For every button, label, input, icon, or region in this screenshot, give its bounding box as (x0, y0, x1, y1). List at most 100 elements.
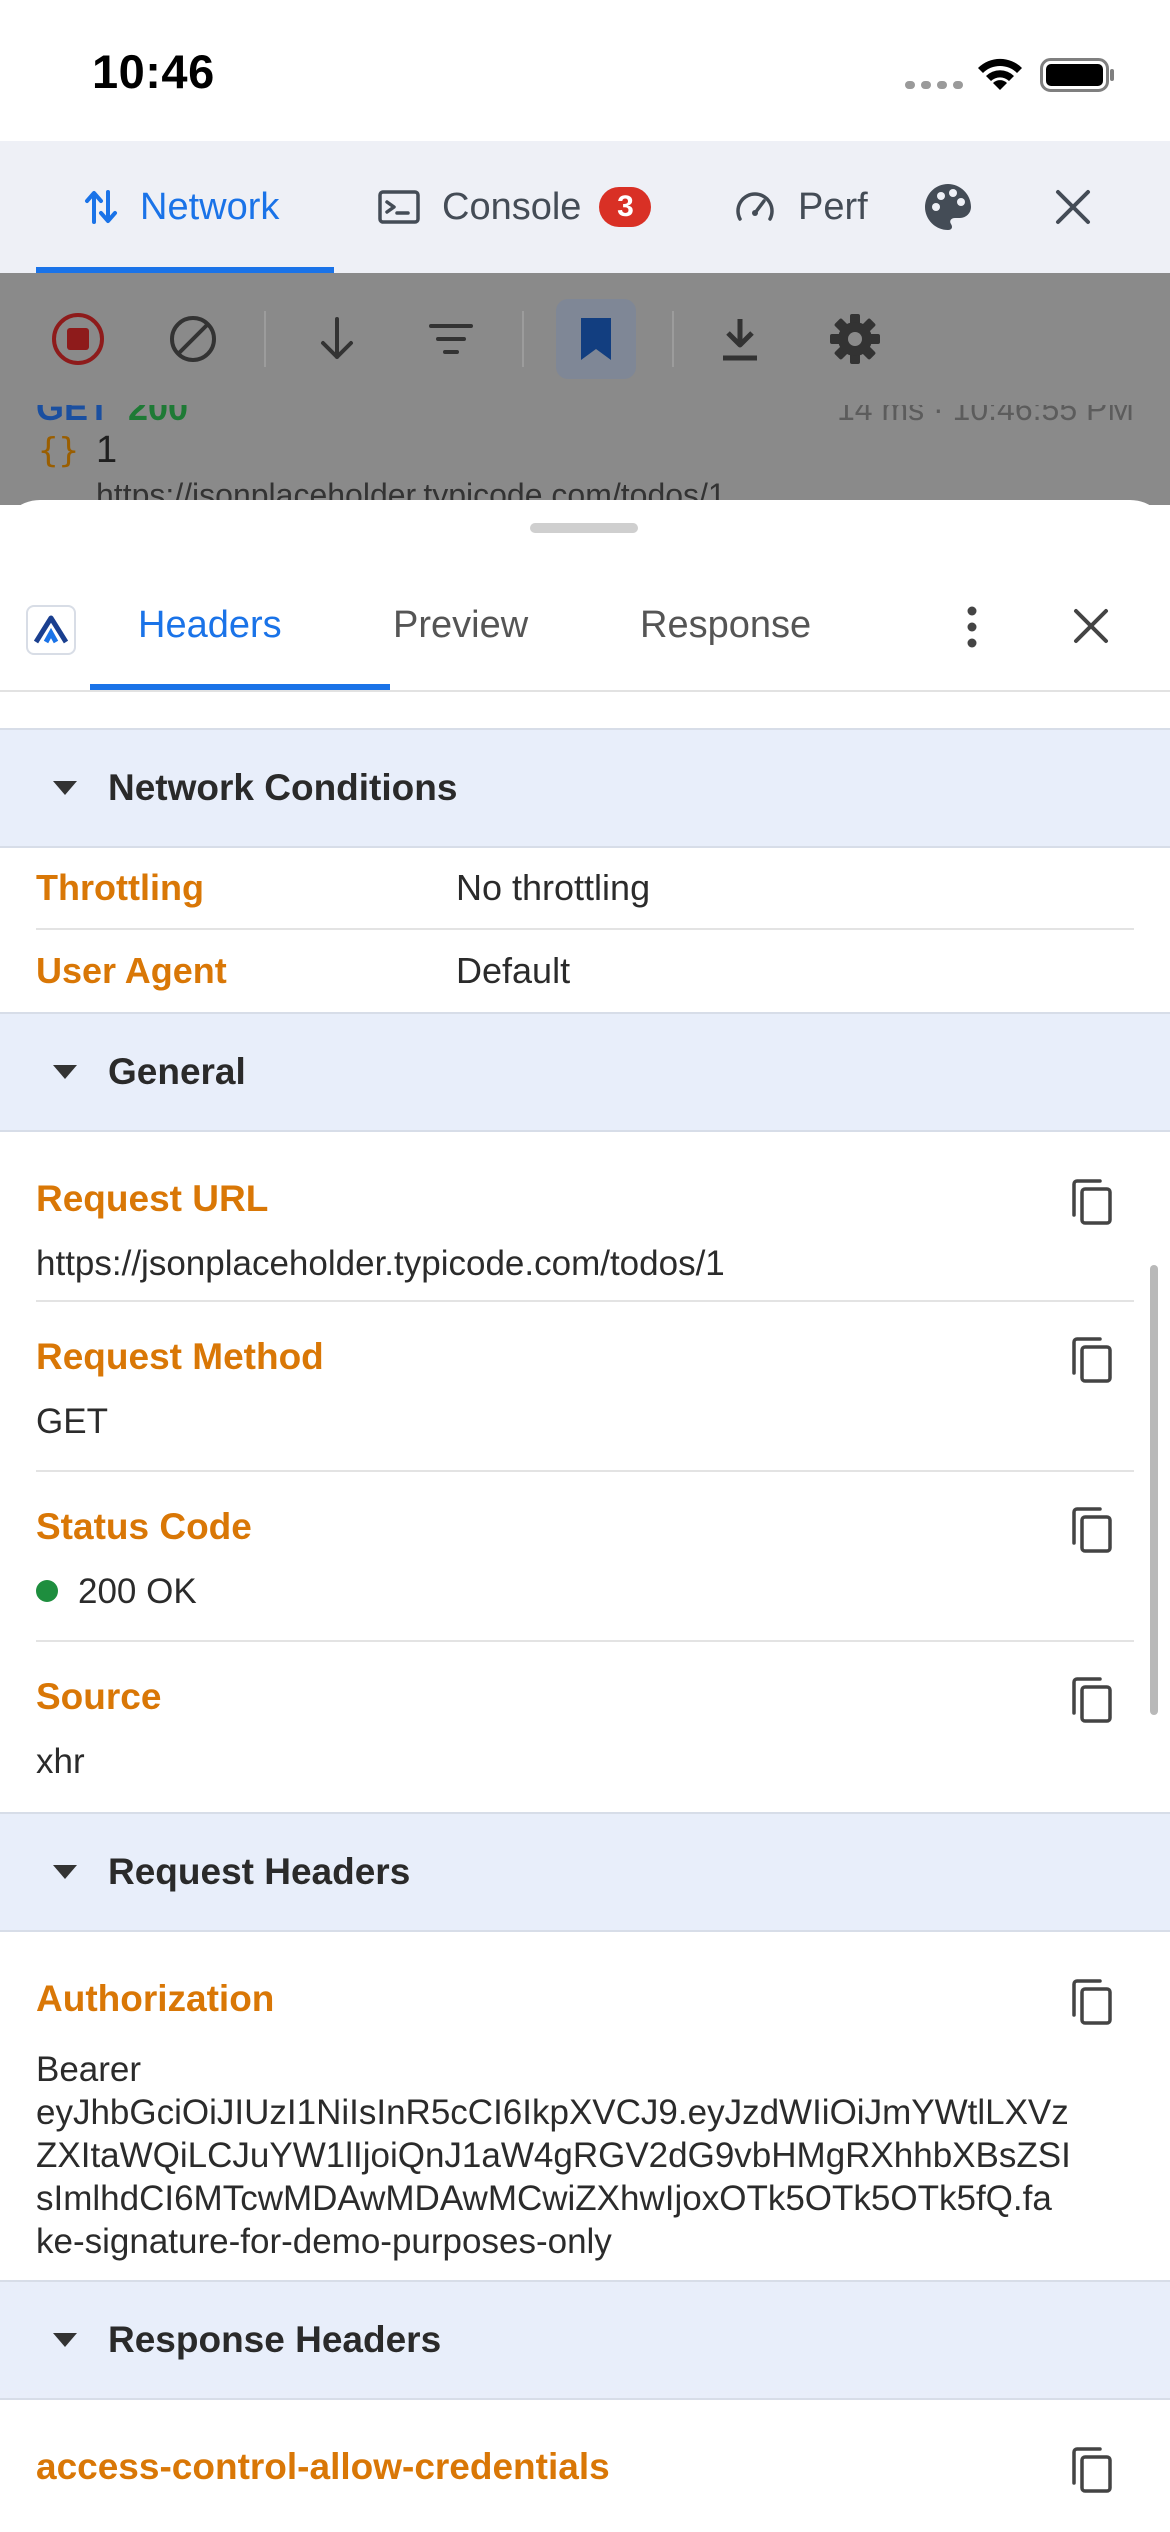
detail-value-line: Bearer (36, 2050, 142, 2089)
copy-button[interactable] (1062, 1972, 1122, 2032)
request-meta: 14 ms · 10:46:55 PM (836, 405, 1134, 427)
request-detail-sheet: Headers Preview Response Network Conditi… (0, 500, 1170, 2532)
network-conditions-list: Throttling No throttling User Agent Defa… (0, 848, 1170, 1012)
settings-button[interactable] (820, 273, 890, 405)
copy-icon (1072, 2447, 1112, 2493)
copy-button[interactable] (1062, 2440, 1122, 2500)
detail-key: access-control-allow-credentials (36, 2446, 610, 2487)
section-title: Response Headers (108, 2319, 442, 2360)
sort-down-icon (321, 317, 353, 359)
copy-button[interactable] (1062, 1330, 1122, 1390)
tab-preview[interactable]: Preview (393, 560, 528, 690)
copy-icon (1072, 1979, 1112, 2025)
wifi-icon (978, 58, 1022, 90)
copy-icon (1072, 1507, 1112, 1553)
terminal-icon (378, 190, 420, 224)
detail-value-line: ZXItaWQiLCJuYW1lIjoiQnJ1aW4gRGV2dG9vbHMg… (36, 2136, 1071, 2175)
copy-icon (1072, 1677, 1112, 1723)
detail-tab-indicator (90, 684, 390, 690)
request-list: GET 200 14 ms · 10:46:55 PM {} 1 https:/… (0, 405, 1170, 505)
section-title: Request Headers (108, 1851, 411, 1892)
section-title: General (108, 1051, 246, 1092)
headers-content: Network Conditions Throttling No throttl… (0, 728, 1170, 2532)
detail-tab-bar: Headers Preview Response (0, 560, 1170, 692)
detail-status-code: Status Code 200 OK (36, 1472, 1134, 1642)
copy-button[interactable] (1062, 1172, 1122, 1232)
detail-request-method: Request Method GET (36, 1302, 1134, 1472)
detail-authorization: Authorization Bearer eyJhbGciOiJIUzI1NiI… (36, 1932, 1134, 2280)
copy-icon (1072, 1337, 1112, 1383)
detail-value-line: ke-signature-for-demo-purposes-only (36, 2222, 612, 2261)
detail-value: https://jsonplaceholder.typicode.com/tod… (36, 1244, 725, 1283)
sort-button[interactable] (302, 273, 372, 405)
detail-value: 200 OK (78, 1572, 197, 1611)
detail-access-control-allow-credentials: access-control-allow-credentials (36, 2400, 1134, 2532)
copy-button[interactable] (1062, 1670, 1122, 1730)
status-time: 10:46 (92, 45, 215, 98)
tab-console[interactable]: Console 3 (378, 141, 652, 273)
download-button[interactable] (705, 273, 775, 405)
request-name: 1 (96, 429, 118, 471)
record-stop-icon (52, 313, 104, 365)
kv-value: No throttling (456, 867, 651, 908)
detail-key: Request Method (36, 1336, 324, 1377)
tab-console-label: Console (442, 185, 582, 228)
request-status: 200 (128, 405, 189, 428)
filter-icon (429, 324, 473, 354)
more-options-icon[interactable] (950, 605, 994, 649)
tab-headers[interactable]: Headers (138, 560, 282, 690)
tab-network-label: Network (140, 185, 280, 228)
caret-down-icon (53, 1065, 77, 1079)
copy-icon (1072, 1179, 1112, 1225)
clear-icon (170, 316, 216, 362)
section-network-conditions[interactable]: Network Conditions (0, 728, 1170, 848)
kv-key: User Agent (36, 950, 227, 991)
clear-button[interactable] (158, 273, 228, 405)
detail-value-line: eyJhbGciOiJIUzI1NiIsInR5cCI6IkpXVCJ9.eyJ… (36, 2093, 1069, 2132)
section-general[interactable]: General (0, 1012, 1170, 1132)
tab-perf-label: Perf (798, 185, 868, 228)
detail-key: Status Code (36, 1506, 252, 1547)
status-value: 200 OK (36, 1570, 197, 1613)
speedometer-icon (736, 192, 774, 221)
caret-down-icon (53, 1865, 77, 1879)
palette-icon[interactable] (922, 181, 974, 233)
scrollbar[interactable] (1150, 1265, 1158, 1715)
caret-down-icon (53, 2333, 77, 2347)
section-request-headers[interactable]: Request Headers (0, 1812, 1170, 1932)
kv-key: Throttling (36, 867, 204, 908)
detail-source: Source xhr (36, 1642, 1134, 1812)
devtools-tab-bar: Network Console 3 Perf (0, 141, 1170, 273)
section-title: Network Conditions (108, 767, 458, 808)
detail-value: GET (36, 1402, 108, 1441)
bookmark-button[interactable] (561, 273, 631, 405)
detail-value: xhr (36, 1742, 85, 1781)
kv-value: Default (456, 950, 571, 991)
console-count-badge: 3 (599, 187, 652, 227)
tab-perf[interactable]: Perf (734, 141, 868, 273)
copy-button[interactable] (1062, 1500, 1122, 1560)
authorization-value: Bearer eyJhbGciOiJIUzI1NiIsInR5cCI6IkpXV… (36, 2048, 1071, 2263)
network-toolbar (0, 273, 1170, 405)
up-down-arrows-icon (85, 190, 117, 224)
request-method: GET (36, 405, 111, 428)
kv-row-throttling: Throttling No throttling (36, 848, 1134, 930)
status-ok-dot (36, 1579, 58, 1602)
detail-key: Source (36, 1676, 162, 1717)
close-devtools-icon[interactable] (1052, 186, 1094, 228)
filter-button[interactable] (416, 273, 486, 405)
detail-value-line: sImlhdCI6MTcwMDAwMDAwMCwiZXhwIjoxOTk5OTk… (36, 2179, 1052, 2218)
bookmark-icon (581, 318, 611, 360)
detail-key: Request URL (36, 1178, 269, 1219)
detail-key: Authorization (36, 1978, 275, 2019)
section-response-headers[interactable]: Response Headers (0, 2280, 1170, 2400)
cellular-signal-icon (905, 81, 963, 89)
tab-network[interactable]: Network (84, 141, 279, 273)
tab-response[interactable]: Response (640, 560, 811, 690)
kv-row-user-agent: User Agent Default (36, 930, 1134, 1012)
settings-icon (830, 314, 880, 364)
download-icon (723, 319, 757, 361)
close-sheet-icon[interactable] (1070, 605, 1112, 647)
record-button[interactable] (43, 273, 113, 405)
drag-handle[interactable] (530, 523, 638, 533)
